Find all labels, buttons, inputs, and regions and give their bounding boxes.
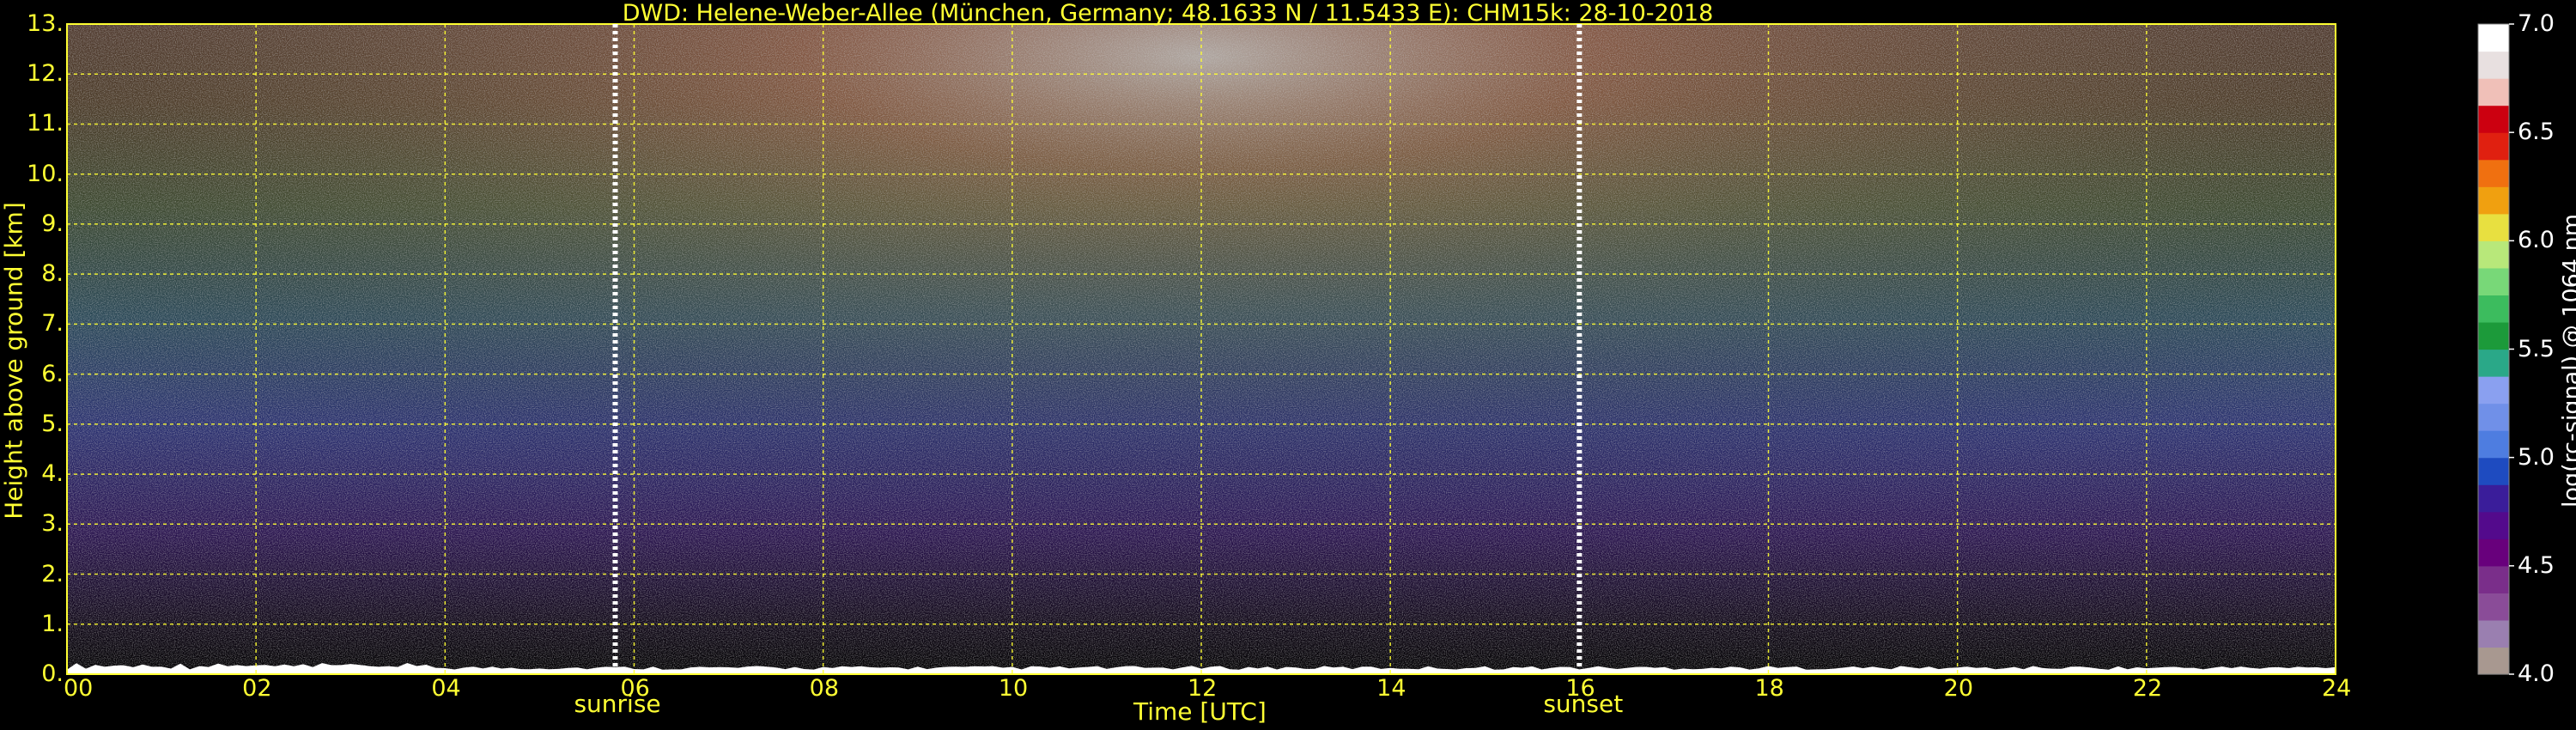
colorbar-tick-label: 7.0 — [2518, 10, 2555, 37]
colorbar-swatch — [2478, 132, 2509, 161]
y-tick-label: 13. — [27, 10, 64, 37]
y-tick-label: 5. — [41, 410, 64, 437]
colorbar-swatch — [2478, 186, 2509, 215]
colorbar-swatch — [2478, 430, 2509, 459]
y-tick-label: 11. — [27, 110, 64, 137]
colorbar-label: log(rc-signal) @ 1064 nm — [2558, 213, 2576, 508]
x-tick-label: 20 — [1943, 675, 1974, 702]
y-tick-label: 2. — [41, 560, 64, 587]
colorbar-swatch — [2478, 51, 2509, 79]
y-tick-label: 4. — [41, 460, 64, 488]
x-tick-label: 12 — [1188, 675, 1218, 702]
colorbar-swatch — [2478, 24, 2509, 52]
colorbar-swatch — [2478, 376, 2509, 405]
x-tick-label: 02 — [242, 675, 272, 702]
x-tick-label: 08 — [809, 675, 840, 702]
y-tick-label: 1. — [41, 610, 64, 637]
y-tick-label: 0. — [41, 660, 64, 687]
colorbar-swatch — [2478, 267, 2509, 296]
y-tick-label: 8. — [41, 260, 64, 288]
colorbar-tick-label: 5.5 — [2518, 335, 2555, 362]
x-tick-label: 04 — [431, 675, 461, 702]
colorbar-tick-label: 4.0 — [2518, 660, 2555, 687]
colorbar-tick-label: 6.0 — [2518, 227, 2555, 254]
x-tick-label: 00 — [64, 675, 94, 702]
colorbar-swatch — [2478, 349, 2509, 377]
y-axis-label: Height above ground [km] — [0, 202, 28, 520]
colorbar-swatch — [2478, 619, 2509, 648]
y-tick-label: 12. — [27, 60, 64, 88]
colorbar-swatch — [2478, 213, 2509, 241]
ceilometer-plot — [66, 23, 2514, 675]
y-tick-label: 3. — [41, 510, 64, 538]
colorbar-swatch — [2478, 484, 2509, 513]
colorbar-swatch — [2478, 511, 2509, 539]
y-tick-label: 9. — [41, 210, 64, 237]
colorbar-swatch — [2478, 538, 2509, 567]
colorbar-swatch — [2478, 78, 2509, 106]
colorbar-swatch — [2478, 321, 2509, 350]
y-tick-label: 6. — [41, 360, 64, 387]
colorbar — [2477, 23, 2514, 675]
colorbar-swatch — [2478, 565, 2509, 593]
colorbar-swatch — [2478, 159, 2509, 187]
colorbar-tick-label: 4.5 — [2518, 551, 2555, 579]
colorbar-swatch — [2478, 295, 2509, 323]
colorbar-swatch — [2478, 593, 2509, 621]
x-tick-label: 10 — [998, 675, 1029, 702]
x-tick-label: 06 — [620, 675, 650, 702]
colorbar-swatch — [2478, 647, 2509, 675]
colorbar-swatch — [2478, 105, 2509, 133]
colorbar-swatch — [2478, 240, 2509, 269]
colorbar-swatch — [2478, 403, 2509, 431]
x-tick-label: 24 — [2322, 675, 2352, 702]
chart-title: DWD: Helene-Weber-Allee (München, German… — [622, 0, 1714, 27]
x-tick-label: 22 — [2132, 675, 2163, 702]
x-tick-label: 16 — [1565, 675, 1595, 702]
x-tick-label: 14 — [1376, 675, 1406, 702]
y-tick-label: 7. — [41, 310, 64, 338]
colorbar-tick-label: 5.0 — [2518, 443, 2555, 471]
colorbar-swatch — [2478, 457, 2509, 485]
colorbar-tick-label: 6.5 — [2518, 119, 2555, 146]
y-tick-label: 10. — [27, 160, 64, 187]
x-tick-label: 18 — [1754, 675, 1784, 702]
